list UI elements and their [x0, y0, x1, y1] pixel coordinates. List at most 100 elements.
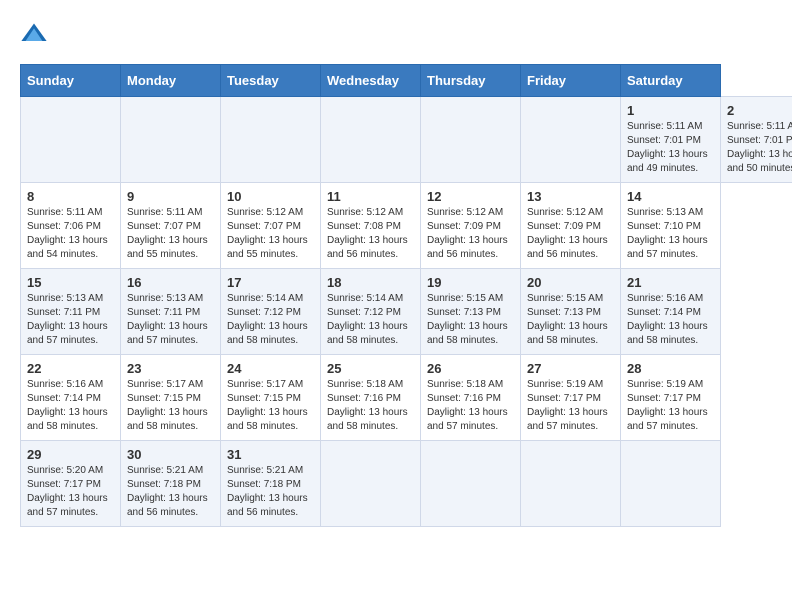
calendar-cell: 20 Sunrise: 5:15 AMSunset: 7:13 PMDayligh…	[521, 269, 621, 355]
calendar-cell: 8 Sunrise: 5:11 AMSunset: 7:06 PMDaylight…	[21, 183, 121, 269]
calendar-cell: 26 Sunrise: 5:18 AMSunset: 7:16 PMDayligh…	[421, 355, 521, 441]
calendar-cell	[221, 97, 321, 183]
day-number: 10	[227, 189, 314, 204]
calendar-cell: 15 Sunrise: 5:13 AMSunset: 7:11 PMDayligh…	[21, 269, 121, 355]
calendar-cell: 27 Sunrise: 5:19 AMSunset: 7:17 PMDayligh…	[521, 355, 621, 441]
calendar-week-1: 1 Sunrise: 5:11 AMSunset: 7:01 PMDaylight…	[21, 97, 792, 183]
cell-info: Sunrise: 5:16 AMSunset: 7:14 PMDaylight:…	[627, 292, 714, 348]
logo	[20, 20, 50, 48]
calendar-cell	[521, 441, 621, 527]
calendar-cell: 25 Sunrise: 5:18 AMSunset: 7:16 PMDayligh…	[321, 355, 421, 441]
day-number: 14	[627, 189, 714, 204]
day-number: 20	[527, 275, 614, 290]
calendar-cell: 1 Sunrise: 5:11 AMSunset: 7:01 PMDaylight…	[621, 97, 721, 183]
calendar-cell: 13Sunrise: 5:12 AMSunset: 7:09 PMDayligh…	[521, 183, 621, 269]
cell-info: Sunrise: 5:12 AMSunset: 7:09 PMDaylight:…	[427, 206, 514, 262]
cell-info: Sunrise: 5:15 AMSunset: 7:13 PMDaylight:…	[527, 292, 614, 348]
day-number: 23	[127, 361, 214, 376]
weekday-header-friday: Friday	[521, 65, 621, 97]
weekday-header-tuesday: Tuesday	[221, 65, 321, 97]
calendar-cell: 14 Sunrise: 5:13 AMSunset: 7:10 PMDayligh…	[621, 183, 721, 269]
cell-info: Sunrise: 5:13 AMSunset: 7:10 PMDaylight:…	[627, 206, 714, 262]
calendar-week-3: 15 Sunrise: 5:13 AMSunset: 7:11 PMDayligh…	[21, 269, 792, 355]
day-number: 27	[527, 361, 614, 376]
calendar-cell	[421, 441, 521, 527]
day-number: 1	[627, 103, 714, 118]
weekday-header-monday: Monday	[121, 65, 221, 97]
weekday-header-row: SundayMondayTuesdayWednesdayThursdayFrid…	[21, 65, 792, 97]
cell-info: Sunrise: 5:19 AMSunset: 7:17 PMDaylight:…	[527, 378, 614, 434]
calendar-cell: 19 Sunrise: 5:15 AMSunset: 7:13 PMDayligh…	[421, 269, 521, 355]
cell-info: Sunrise: 5:16 AMSunset: 7:14 PMDaylight:…	[27, 378, 114, 434]
cell-info: Sunrise: 5:12 AMSunset: 7:07 PMDaylight:…	[227, 206, 314, 262]
calendar-cell: 17 Sunrise: 5:14 AMSunset: 7:12 PMDayligh…	[221, 269, 321, 355]
day-number: 25	[327, 361, 414, 376]
day-number: 21	[627, 275, 714, 290]
calendar-week-2: 8 Sunrise: 5:11 AMSunset: 7:06 PMDaylight…	[21, 183, 792, 269]
weekday-header-sunday: Sunday	[21, 65, 121, 97]
cell-info: Sunrise: 5:18 AMSunset: 7:16 PMDaylight:…	[327, 378, 414, 434]
day-number: 11	[327, 189, 414, 204]
calendar-cell: 28Sunrise: 5:19 AMSunset: 7:17 PMDayligh…	[621, 355, 721, 441]
weekday-header-thursday: Thursday	[421, 65, 521, 97]
cell-info: Sunrise: 5:18 AMSunset: 7:16 PMDaylight:…	[427, 378, 514, 434]
calendar-cell: 9 Sunrise: 5:11 AMSunset: 7:07 PMDaylight…	[121, 183, 221, 269]
weekday-header-wednesday: Wednesday	[321, 65, 421, 97]
day-number: 9	[127, 189, 214, 204]
calendar-table: SundayMondayTuesdayWednesdayThursdayFrid…	[20, 64, 792, 527]
calendar-cell	[521, 97, 621, 183]
day-number: 31	[227, 447, 314, 462]
cell-info: Sunrise: 5:14 AMSunset: 7:12 PMDaylight:…	[327, 292, 414, 348]
calendar-cell	[321, 441, 421, 527]
calendar-cell	[121, 97, 221, 183]
day-number: 13	[527, 189, 614, 204]
calendar-cell	[421, 97, 521, 183]
calendar-cell: 30 Sunrise: 5:21 AMSunset: 7:18 PMDayligh…	[121, 441, 221, 527]
calendar-cell: 31 Sunrise: 5:21 AMSunset: 7:18 PMDayligh…	[221, 441, 321, 527]
day-number: 24	[227, 361, 314, 376]
calendar-cell: 16 Sunrise: 5:13 AMSunset: 7:11 PMDayligh…	[121, 269, 221, 355]
calendar-cell: 22 Sunrise: 5:16 AMSunset: 7:14 PMDayligh…	[21, 355, 121, 441]
cell-info: Sunrise: 5:13 AMSunset: 7:11 PMDaylight:…	[27, 292, 114, 348]
calendar-cell: 24 Sunrise: 5:17 AMSunset: 7:15 PMDayligh…	[221, 355, 321, 441]
day-number: 15	[27, 275, 114, 290]
day-number: 12	[427, 189, 514, 204]
calendar-cell: 12 Sunrise: 5:12 AMSunset: 7:09 PMDayligh…	[421, 183, 521, 269]
calendar-cell	[321, 97, 421, 183]
day-number: 18	[327, 275, 414, 290]
cell-info: Sunrise: 5:11 AMSunset: 7:01 PMDaylight:…	[727, 120, 792, 176]
page-header	[20, 20, 772, 48]
cell-info: Sunrise: 5:17 AMSunset: 7:15 PMDaylight:…	[127, 378, 214, 434]
calendar-week-4: 22 Sunrise: 5:16 AMSunset: 7:14 PMDayligh…	[21, 355, 792, 441]
calendar-week-5: 29Sunrise: 5:20 AMSunset: 7:17 PMDayligh…	[21, 441, 792, 527]
calendar-cell: 23 Sunrise: 5:17 AMSunset: 7:15 PMDayligh…	[121, 355, 221, 441]
cell-info: Sunrise: 5:21 AMSunset: 7:18 PMDaylight:…	[227, 464, 314, 520]
cell-info: Sunrise: 5:15 AMSunset: 7:13 PMDaylight:…	[427, 292, 514, 348]
calendar-cell: 29Sunrise: 5:20 AMSunset: 7:17 PMDayligh…	[21, 441, 121, 527]
calendar-cell: 18 Sunrise: 5:14 AMSunset: 7:12 PMDayligh…	[321, 269, 421, 355]
calendar-cell: 11 Sunrise: 5:12 AMSunset: 7:08 PMDayligh…	[321, 183, 421, 269]
day-number: 19	[427, 275, 514, 290]
cell-info: Sunrise: 5:11 AMSunset: 7:06 PMDaylight:…	[27, 206, 114, 262]
calendar-cell: 21 Sunrise: 5:16 AMSunset: 7:14 PMDayligh…	[621, 269, 721, 355]
day-number: 26	[427, 361, 514, 376]
cell-info: Sunrise: 5:21 AMSunset: 7:18 PMDaylight:…	[127, 464, 214, 520]
cell-info: Sunrise: 5:11 AMSunset: 7:01 PMDaylight:…	[627, 120, 714, 176]
cell-info: Sunrise: 5:17 AMSunset: 7:15 PMDaylight:…	[227, 378, 314, 434]
calendar-cell	[621, 441, 721, 527]
calendar-cell: 10 Sunrise: 5:12 AMSunset: 7:07 PMDayligh…	[221, 183, 321, 269]
cell-info: Sunrise: 5:12 AMSunset: 7:08 PMDaylight:…	[327, 206, 414, 262]
calendar-cell: 2Sunrise: 5:11 AMSunset: 7:01 PMDaylight…	[721, 97, 792, 183]
cell-info: Sunrise: 5:20 AMSunset: 7:17 PMDaylight:…	[27, 464, 114, 520]
cell-info: Sunrise: 5:13 AMSunset: 7:11 PMDaylight:…	[127, 292, 214, 348]
day-number: 17	[227, 275, 314, 290]
day-number: 22	[27, 361, 114, 376]
day-number: 30	[127, 447, 214, 462]
cell-info: Sunrise: 5:11 AMSunset: 7:07 PMDaylight:…	[127, 206, 214, 262]
weekday-header-saturday: Saturday	[621, 65, 721, 97]
logo-icon	[20, 20, 48, 48]
cell-info: Sunrise: 5:14 AMSunset: 7:12 PMDaylight:…	[227, 292, 314, 348]
day-number: 8	[27, 189, 114, 204]
calendar-cell	[21, 97, 121, 183]
day-number: 16	[127, 275, 214, 290]
